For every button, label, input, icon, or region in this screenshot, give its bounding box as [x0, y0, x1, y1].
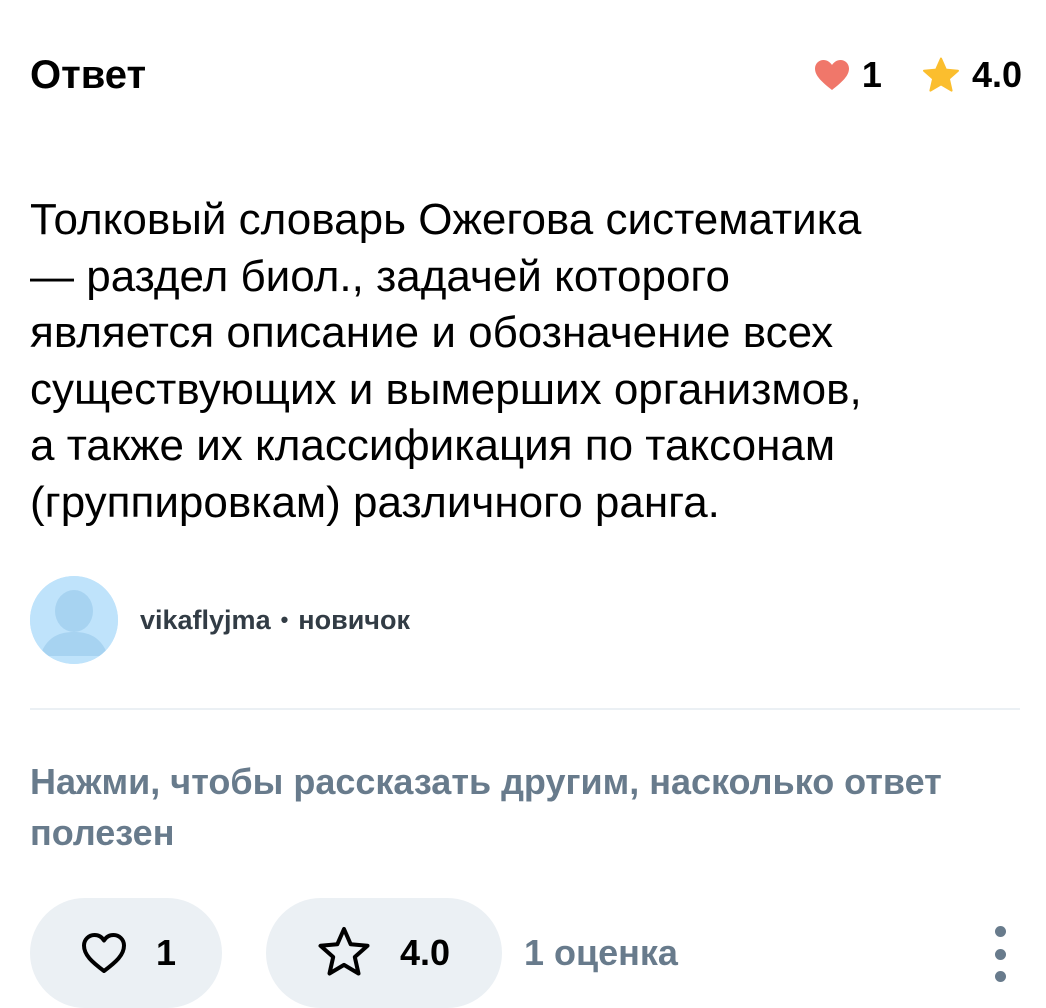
- answer-line: Толковый словарь Ожегова систематика: [30, 195, 862, 244]
- more-vertical-icon-dot: [994, 971, 1006, 982]
- star-outline-icon: [318, 927, 370, 976]
- answer-line: — раздел биол., задачей которого: [30, 251, 730, 301]
- feedback-prompt-line: Нажми, чтобы рассказать другим, наскольк…: [30, 761, 942, 802]
- answer-line: является описание и обозначение всех: [30, 308, 834, 358]
- answer-line: существующих и вымерших организмов,: [30, 364, 862, 414]
- rating-value: 4.0: [971, 54, 1022, 95]
- heart-outline-icon: [82, 933, 126, 973]
- likes-count: 1: [861, 54, 882, 95]
- author-meta: vikaflyjma • новичок: [140, 605, 410, 636]
- answer-line: а также их классификация по таксонам: [30, 421, 836, 471]
- more-vertical-icon-dot: [994, 926, 1006, 937]
- heart-icon: [814, 60, 849, 90]
- author-info: vikaflyjma • новичок: [30, 576, 410, 664]
- rating-value: 4.0: [400, 932, 451, 973]
- answer-text: Толковый словарь Ожегова систематика — р…: [30, 192, 1020, 532]
- answer-line: (группировкам) различного ранга.: [30, 477, 720, 527]
- rate-button[interactable]: 4.0: [266, 898, 502, 1008]
- author-username[interactable]: vikaflyjma: [140, 605, 271, 636]
- answer-title: Ответ: [30, 53, 147, 97]
- divider: [30, 708, 1020, 710]
- user-placeholder-icon: [30, 576, 118, 664]
- rating-count: 1 оценка: [524, 932, 678, 973]
- like-count: 1: [156, 932, 177, 973]
- like-button[interactable]: 1: [30, 898, 222, 1008]
- feedback-prompt: Нажми, чтобы рассказать другим, наскольк…: [30, 756, 1035, 858]
- star-icon: [922, 57, 959, 92]
- author-rank: новичок: [298, 604, 410, 635]
- rating-stat: 4.0: [922, 54, 1022, 96]
- likes-stat: 1: [814, 54, 882, 96]
- more-vertical-icon-dot: [994, 948, 1006, 960]
- avatar[interactable]: [30, 576, 118, 664]
- answer-stats: 1 4.0: [814, 48, 1022, 102]
- answer-header: Ответ 1 4.0: [30, 48, 1022, 102]
- more-options-button[interactable]: [980, 926, 1020, 982]
- feedback-actions: 1 4.0 1 оценка: [30, 898, 1020, 1008]
- feedback-prompt-line: полезен: [30, 812, 175, 853]
- separator-dot: •: [280, 607, 289, 632]
